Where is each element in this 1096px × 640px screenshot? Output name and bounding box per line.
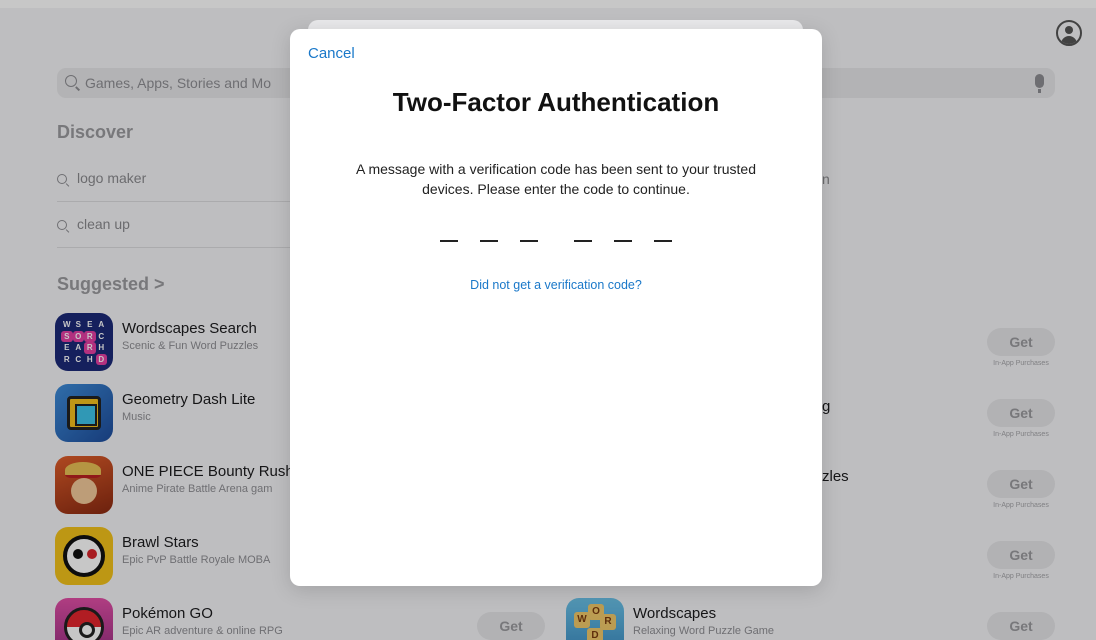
resend-code-link[interactable]: Did not get a verification code? — [290, 278, 822, 292]
code-digit-slot[interactable] — [574, 232, 592, 242]
code-digit-slot[interactable] — [614, 232, 632, 242]
code-digit-slot[interactable] — [654, 232, 672, 242]
code-digit-slot[interactable] — [520, 232, 538, 242]
cancel-button[interactable]: Cancel — [308, 45, 355, 62]
verification-code-input[interactable] — [440, 232, 672, 242]
dialog-message: A message with a verification code has b… — [355, 161, 756, 197]
code-digit-slot[interactable] — [440, 232, 458, 242]
code-digit-slot[interactable] — [480, 232, 498, 242]
dialog-title: Two-Factor Authentication — [392, 87, 720, 117]
two-factor-dialog: Cancel Two-Factor Authentication A messa… — [290, 29, 822, 586]
